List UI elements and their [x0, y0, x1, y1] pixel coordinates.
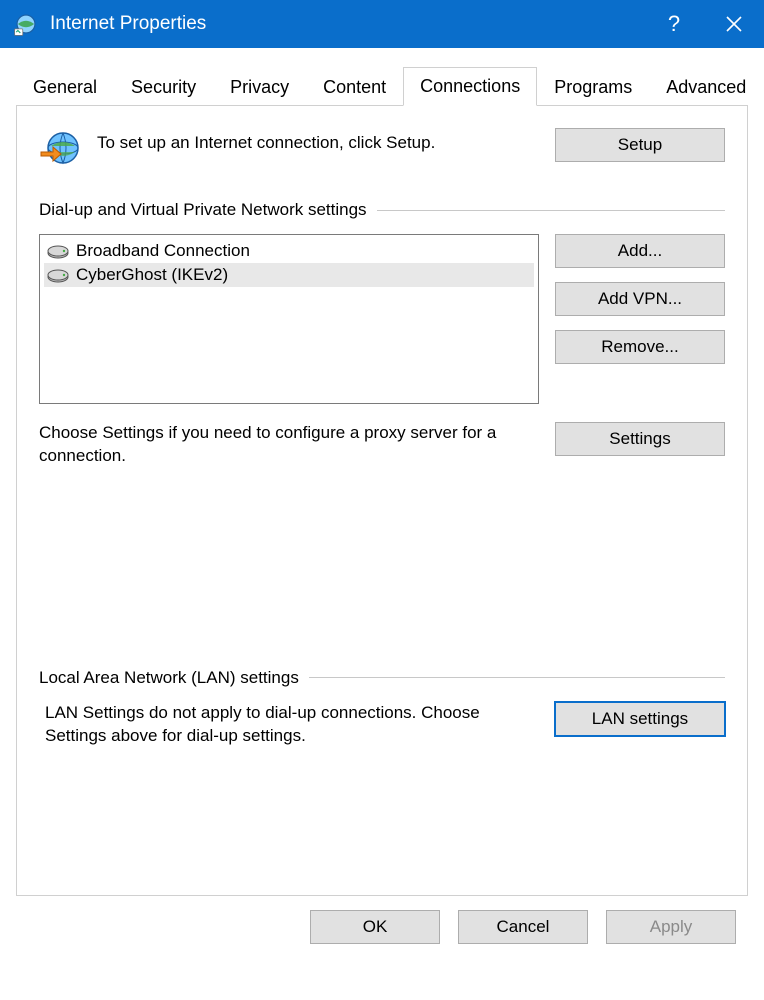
- setup-row: To set up an Internet connection, click …: [39, 128, 725, 170]
- window-body: General Security Privacy Content Connect…: [0, 48, 764, 956]
- globe-arrow-icon: [39, 128, 81, 170]
- add-vpn-button[interactable]: Add VPN...: [555, 282, 725, 316]
- proxy-help-text: Choose Settings if you need to configure…: [39, 422, 539, 468]
- remove-button[interactable]: Remove...: [555, 330, 725, 364]
- titlebar: Internet Properties ?: [0, 0, 764, 48]
- lan-heading: Local Area Network (LAN) settings: [39, 668, 299, 688]
- dialup-heading: Dial-up and Virtual Private Network sett…: [39, 200, 367, 220]
- tab-connections[interactable]: Connections: [403, 67, 537, 106]
- modem-icon: [46, 266, 70, 284]
- tab-security[interactable]: Security: [114, 68, 213, 106]
- settings-button[interactable]: Settings: [555, 422, 725, 456]
- tab-advanced[interactable]: Advanced: [649, 68, 763, 106]
- apply-button[interactable]: Apply: [606, 910, 736, 944]
- tab-content[interactable]: Content: [306, 68, 403, 106]
- tabbar: General Security Privacy Content Connect…: [16, 66, 748, 106]
- tab-general[interactable]: General: [16, 68, 114, 106]
- window-title: Internet Properties: [50, 13, 644, 35]
- lan-settings-button[interactable]: LAN settings: [555, 702, 725, 736]
- tab-privacy[interactable]: Privacy: [213, 68, 306, 106]
- list-item[interactable]: CyberGhost (IKEv2): [44, 263, 534, 287]
- lan-help-text: LAN Settings do not apply to dial-up con…: [39, 702, 539, 748]
- modem-icon: [46, 242, 70, 260]
- tab-programs[interactable]: Programs: [537, 68, 649, 106]
- close-button[interactable]: [704, 0, 764, 48]
- internet-options-icon: [12, 10, 40, 38]
- cancel-button[interactable]: Cancel: [458, 910, 588, 944]
- list-item-label: Broadband Connection: [76, 241, 250, 261]
- divider: [377, 210, 725, 211]
- dialog-footer: OK Cancel Apply: [10, 896, 754, 944]
- tab-content-connections: To set up an Internet connection, click …: [16, 106, 748, 896]
- lan-group: Local Area Network (LAN) settings LAN Se…: [39, 668, 725, 748]
- dialup-button-column: Add... Add VPN... Remove...: [555, 234, 725, 364]
- add-button[interactable]: Add...: [555, 234, 725, 268]
- ok-button[interactable]: OK: [310, 910, 440, 944]
- setup-button[interactable]: Setup: [555, 128, 725, 162]
- setup-text: To set up an Internet connection, click …: [97, 128, 539, 155]
- help-button[interactable]: ?: [644, 0, 704, 48]
- list-item[interactable]: Broadband Connection: [44, 239, 534, 263]
- connections-listbox[interactable]: Broadband Connection CyberGhost (IKEv2): [39, 234, 539, 404]
- list-item-label: CyberGhost (IKEv2): [76, 265, 228, 285]
- dialup-group: Dial-up and Virtual Private Network sett…: [39, 200, 725, 468]
- divider: [309, 677, 725, 678]
